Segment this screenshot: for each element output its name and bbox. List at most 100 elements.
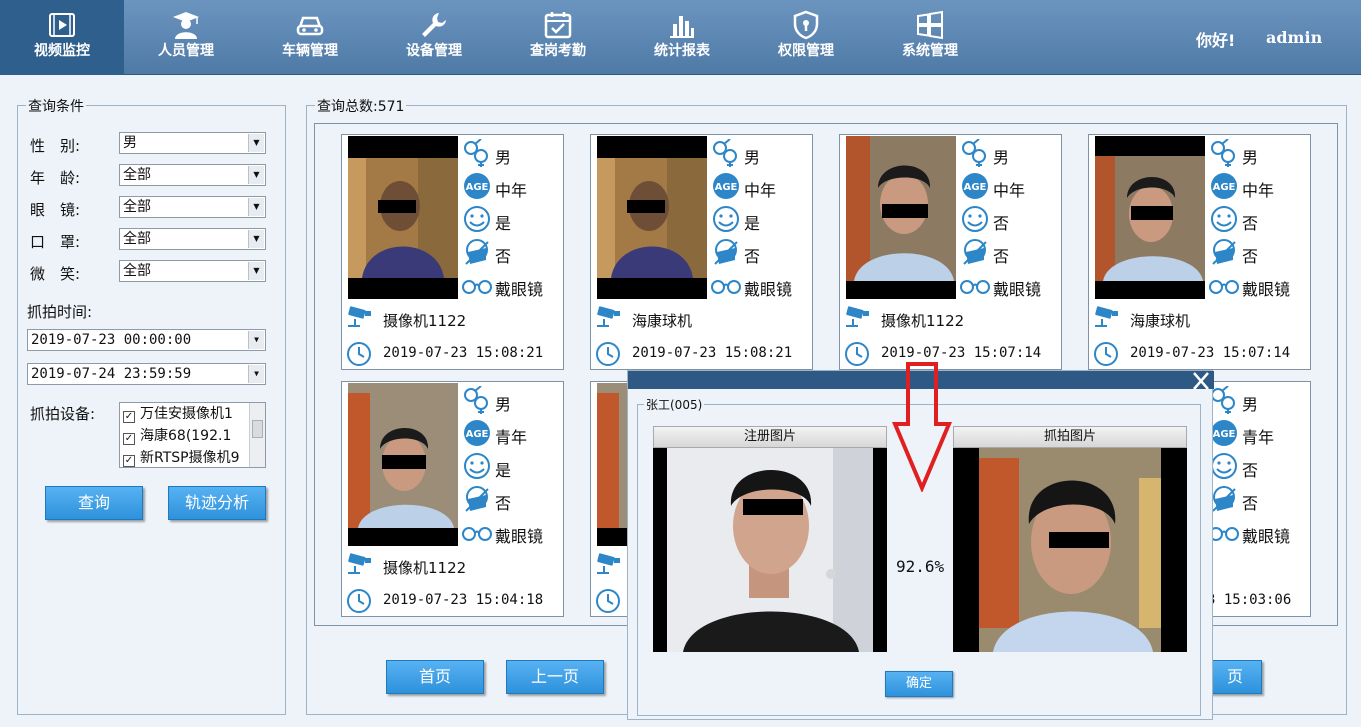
- checkbox-checked-icon[interactable]: ✓: [123, 433, 135, 445]
- device-item[interactable]: ✓ 新RTSP摄像机9: [120, 447, 265, 467]
- capture-card[interactable]: 男 中年 否 否 戴眼镜 摄像机1122 2019-07-23 15:07:14: [839, 134, 1062, 370]
- track-analysis-button[interactable]: 轨迹分析: [168, 486, 266, 520]
- smile-icon: [962, 206, 988, 232]
- dropdown-arrow-icon[interactable]: ▼: [248, 365, 264, 383]
- clock-icon: [845, 342, 869, 366]
- checkbox-checked-icon[interactable]: ✓: [123, 455, 135, 467]
- confirm-button[interactable]: 确定: [885, 671, 953, 697]
- glasses-attr: 戴眼镜: [1209, 270, 1309, 300]
- gender-attr: 男: [711, 138, 811, 168]
- first-page-button[interactable]: 首页: [386, 660, 484, 694]
- camera-icon: [595, 552, 621, 574]
- camera-icon: [346, 305, 372, 327]
- device-list[interactable]: ✓ 万佳安摄像机1 ✓ 海康68(192.1 ✓ 新RTSP摄像机9: [119, 402, 266, 468]
- mask-select[interactable]: 全部 ▼: [119, 228, 266, 250]
- mask-attr: 否: [462, 484, 562, 514]
- checkbox-checked-icon[interactable]: ✓: [123, 411, 135, 423]
- smile-attr: 是: [462, 204, 562, 234]
- nav-label: 统计报表: [654, 43, 710, 59]
- wrench-icon: [422, 13, 446, 37]
- nav-item-statistics[interactable]: 统计报表: [620, 0, 744, 75]
- nav-item-device[interactable]: 设备管理: [372, 0, 496, 75]
- clock-icon: [347, 342, 371, 366]
- query-button[interactable]: 查询: [45, 486, 143, 520]
- prev-page-button[interactable]: 上一页: [506, 660, 604, 694]
- nav-item-vehicle[interactable]: 车辆管理: [248, 0, 372, 75]
- dropdown-arrow-icon[interactable]: ▼: [248, 331, 264, 349]
- capture-card[interactable]: 男 中年 是 否 戴眼镜 海康球机 2019-07-23 15:08:21: [590, 134, 813, 370]
- mask-icon: [465, 486, 489, 512]
- start-time-input[interactable]: 2019-07-23 00:00:00 ▼: [27, 329, 266, 351]
- capture-card[interactable]: 男 中年 是 否 戴眼镜 摄像机1122 2019-07-23 15:08:21: [341, 134, 564, 370]
- capture-device-label: 抓拍设备:: [30, 405, 96, 423]
- smile-icon: [464, 206, 490, 232]
- gender-value: 男: [495, 395, 512, 414]
- nav-label: 查岗考勤: [530, 43, 586, 59]
- camera-name: 海康球机: [632, 312, 693, 330]
- device-list-scrollbar[interactable]: [249, 403, 265, 467]
- nav-item-attendance[interactable]: 查岗考勤: [496, 0, 620, 75]
- mask-value: 否: [993, 247, 1010, 266]
- calendar-check-icon: [544, 12, 572, 39]
- glasses-value: 戴眼镜: [1242, 280, 1291, 299]
- close-icon[interactable]: [1190, 371, 1212, 391]
- dropdown-arrow-icon[interactable]: ▼: [248, 262, 264, 280]
- gender-select[interactable]: 男 ▼: [119, 132, 266, 154]
- device-item[interactable]: ✓ 万佳安摄像机1: [120, 403, 265, 425]
- smile-icon: [713, 206, 739, 232]
- capture-time-label: 抓拍时间:: [27, 303, 93, 321]
- dropdown-arrow-icon[interactable]: ▼: [248, 166, 264, 184]
- greeting-text: 你好!: [1196, 31, 1236, 50]
- glasses-value: 戴眼镜: [744, 280, 793, 299]
- capture-time: 2019-07-23 15:08:21: [632, 345, 793, 361]
- age-attr: 中年: [711, 171, 811, 201]
- age-attr: 青年: [1209, 418, 1309, 448]
- gender-label: 性 别:: [30, 137, 81, 155]
- username-text: admin: [1266, 28, 1323, 47]
- scrollbar-thumb[interactable]: [252, 420, 263, 438]
- glasses-attr: 戴眼镜: [711, 270, 811, 300]
- nav-item-system[interactable]: 系统管理: [868, 0, 992, 75]
- device-item[interactable]: ✓ 海康68(192.1: [120, 425, 265, 447]
- nav-item-video-monitor[interactable]: 视频监控: [0, 0, 124, 75]
- dropdown-arrow-icon[interactable]: ▼: [248, 230, 264, 248]
- shield-icon: [793, 10, 819, 40]
- capture-card[interactable]: 男 中年 否 否 戴眼镜 海康球机 2019-07-23 15:07:14: [1088, 134, 1311, 370]
- captured-photo: [953, 448, 1187, 652]
- age-select[interactable]: 全部 ▼: [119, 164, 266, 186]
- mask-attr: 否: [711, 237, 811, 267]
- mask-icon: [963, 239, 987, 265]
- gender-value: 男: [495, 148, 512, 167]
- dropdown-arrow-icon[interactable]: ▼: [248, 134, 264, 152]
- capture-photo: [597, 136, 707, 299]
- dropdown-arrow-icon[interactable]: ▼: [248, 198, 264, 216]
- dialog-group-label: 张工(005): [644, 396, 705, 413]
- age-value: 中年: [1242, 181, 1275, 200]
- camera-name: 摄像机1122: [383, 559, 467, 577]
- mask-attr: 否: [960, 237, 1060, 267]
- smile-value: 是: [744, 214, 761, 233]
- similarity-score: 92.6%: [896, 557, 945, 576]
- video-play-icon: [49, 13, 75, 37]
- nav-item-personnel[interactable]: 人员管理: [124, 0, 248, 75]
- capture-time: 2019-07-23 15:07:14: [1130, 345, 1291, 361]
- camera-name: 摄像机1122: [881, 312, 965, 330]
- capture-time: 2019-07-23 15:08:21: [383, 345, 544, 361]
- age-value: 中年: [993, 181, 1026, 200]
- nav-item-permission[interactable]: 权限管理: [744, 0, 868, 75]
- smile-icon: [1211, 453, 1237, 479]
- red-arrow-down-icon: [892, 362, 952, 492]
- filter-panel-title: 查询条件: [26, 96, 86, 116]
- end-time-input[interactable]: 2019-07-24 23:59:59 ▼: [27, 363, 266, 385]
- capture-card[interactable]: 男 青年 是 否 戴眼镜 摄像机1122 2019-07-23 15:04:18: [341, 381, 564, 617]
- gender-icon: [1211, 139, 1235, 167]
- smile-select[interactable]: 全部 ▼: [119, 260, 266, 282]
- glasses-select[interactable]: 全部 ▼: [119, 196, 266, 218]
- glasses-attr: 戴眼镜: [1209, 517, 1309, 547]
- age-icon: [1211, 173, 1237, 199]
- age-value: 中年: [744, 181, 777, 200]
- age-icon: [464, 420, 490, 446]
- gender-value: 男: [744, 148, 761, 167]
- end-time-value: 2019-07-24 23:59:59: [31, 366, 192, 382]
- smile-value: 否: [1242, 214, 1259, 233]
